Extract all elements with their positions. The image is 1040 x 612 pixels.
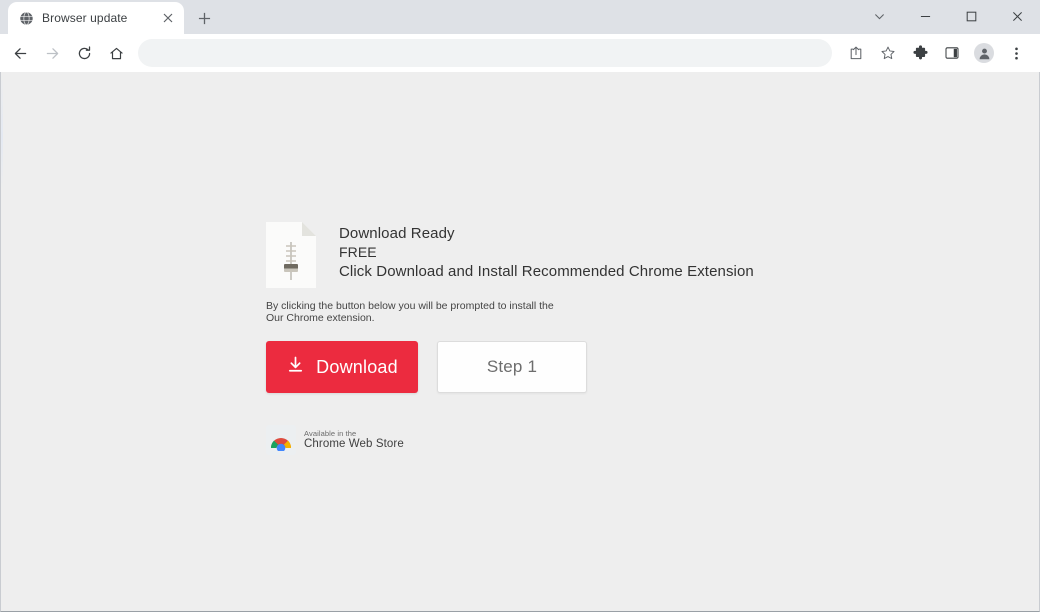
- step-button[interactable]: Step 1: [437, 341, 587, 393]
- new-tab-button[interactable]: [190, 4, 218, 32]
- page-title: Download Ready: [339, 225, 455, 242]
- tab-browser-update[interactable]: Browser update: [8, 2, 184, 34]
- download-button-label: Download: [316, 356, 398, 377]
- avatar: [974, 43, 994, 63]
- globe-icon: [18, 10, 34, 26]
- browser-toolbar: [0, 34, 1040, 72]
- disclaimer-line-1: By clicking the button below you will be…: [266, 300, 554, 312]
- browser-window: Browser update Download Ready FREE Click…: [0, 0, 1040, 612]
- close-window-button[interactable]: [994, 0, 1040, 32]
- address-bar[interactable]: [138, 39, 832, 67]
- document-slider-icon: [266, 222, 316, 288]
- close-tab-button[interactable]: [160, 10, 176, 26]
- hero-section: Download Ready FREE Click Download and I…: [266, 220, 966, 288]
- side-panel-icon[interactable]: [938, 39, 966, 67]
- badge-text-block: Available in the Chrome Web Store: [304, 429, 404, 451]
- badge-small-text: Available in the: [304, 429, 357, 438]
- badge-big-text: Chrome Web Store: [304, 438, 404, 450]
- back-button[interactable]: [6, 39, 34, 67]
- tab-strip: Browser update: [0, 0, 1040, 34]
- bookmark-star-icon[interactable]: [874, 39, 902, 67]
- chrome-logo-icon: [266, 425, 296, 455]
- step-button-label: Step 1: [486, 357, 538, 376]
- forward-button: [38, 39, 66, 67]
- page-viewport: Download Ready FREE Click Download and I…: [0, 72, 1040, 612]
- action-button-row: Download Step 1: [266, 341, 966, 393]
- price-label: FREE: [339, 244, 377, 260]
- three-dot-menu-icon[interactable]: [1002, 39, 1030, 67]
- tab-title: Browser update: [42, 11, 128, 25]
- reload-button[interactable]: [70, 39, 98, 67]
- maximize-button[interactable]: [948, 0, 994, 32]
- download-arrow-icon: [286, 355, 305, 379]
- page-left-edge-artifact: [1, 72, 3, 611]
- chrome-web-store-badge[interactable]: Available in the Chrome Web Store: [266, 425, 406, 455]
- page-subtitle: Click Download and Install Recommended C…: [339, 263, 754, 280]
- extensions-puzzle-icon[interactable]: [906, 39, 934, 67]
- share-icon[interactable]: [842, 39, 870, 67]
- window-controls: [856, 0, 1040, 32]
- profile-avatar[interactable]: [970, 39, 998, 67]
- disclaimer-text: By clicking the button below you will be…: [266, 300, 966, 324]
- home-button[interactable]: [102, 39, 130, 67]
- minimize-button[interactable]: [902, 0, 948, 32]
- hero-text-block: Download Ready FREE Click Download and I…: [339, 220, 754, 281]
- disclaimer-line-2: Our Chrome extension.: [266, 311, 375, 324]
- download-button[interactable]: Download: [266, 341, 418, 393]
- tab-search-button[interactable]: [856, 0, 902, 32]
- page-content: Download Ready FREE Click Download and I…: [266, 220, 966, 455]
